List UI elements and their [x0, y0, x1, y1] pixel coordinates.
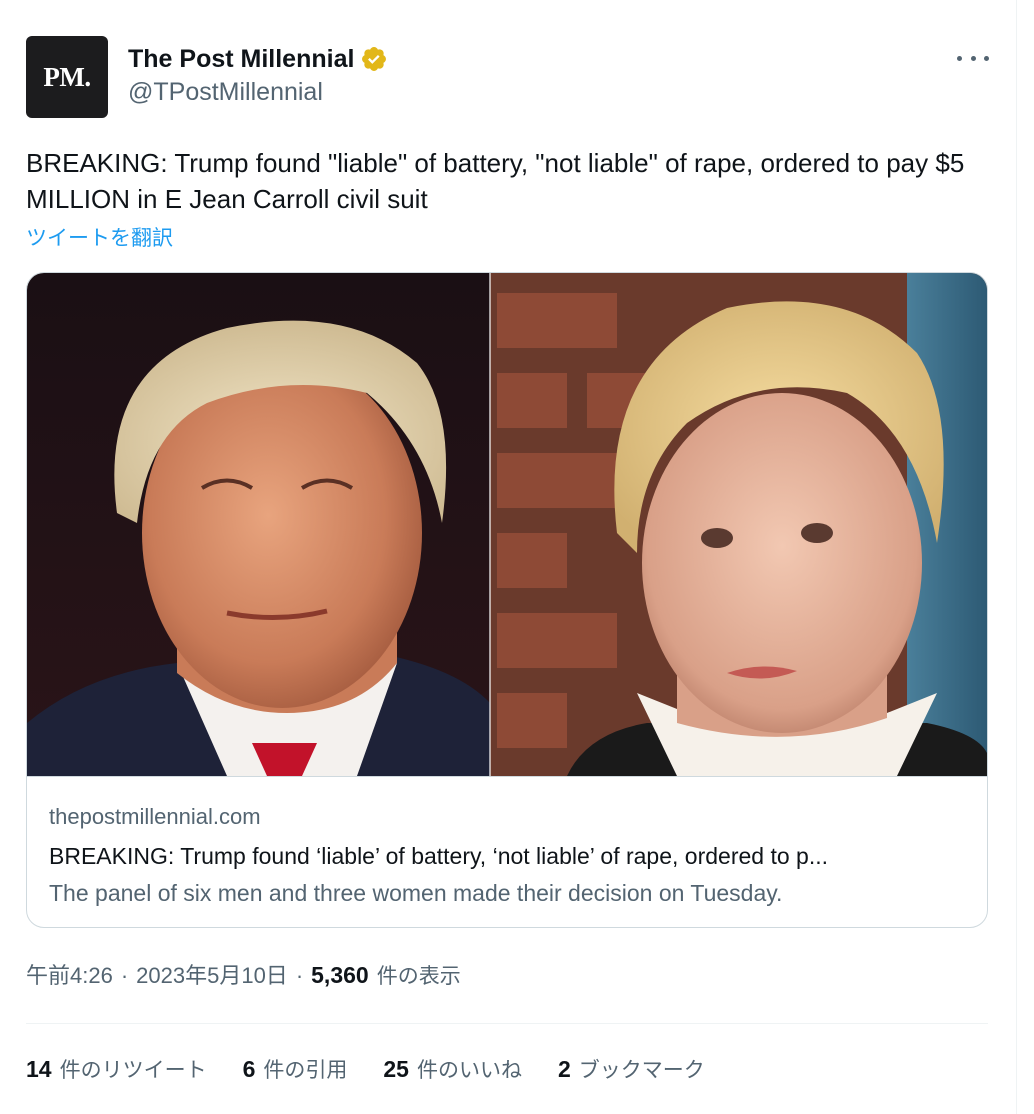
stat-likes[interactable]: 25 件のいいね [383, 1054, 522, 1084]
card-image[interactable] [27, 273, 987, 777]
card-domain: thepostmillennial.com [49, 804, 261, 829]
divider [26, 1023, 988, 1024]
stat-bookmarks[interactable]: 2 ブックマーク [558, 1054, 705, 1084]
stat-label: 件のリツイート [59, 1059, 207, 1082]
display-name[interactable]: The Post Millennial [128, 45, 354, 74]
tweet: PM. The Post Millennial @TPostMillennial… [0, 0, 1016, 1114]
user-handle[interactable]: @TPostMillennial [128, 78, 323, 107]
verified-badge-icon[interactable] [360, 45, 388, 73]
separator: · [295, 963, 304, 988]
card-meta: thepostmillennial.com BREAKING: Trump fo… [49, 801, 969, 911]
stat-label: ブックマーク [578, 1059, 705, 1082]
stat-count: 14 [26, 1056, 52, 1082]
card-photo [27, 273, 987, 776]
avatar-logo-text: PM. [43, 61, 91, 92]
stat-count: 2 [557, 1056, 571, 1082]
link-card[interactable]: thepostmillennial.com BREAKING: Trump fo… [26, 272, 988, 928]
views-count[interactable]: 5,360 [311, 962, 369, 989]
separator: · [120, 963, 129, 988]
tweet-time[interactable]: 午前4:26 [26, 958, 113, 990]
scroll-gutter [1016, 0, 1034, 1114]
tweet-date[interactable]: 2023年5月10日 [136, 958, 288, 990]
stat-retweets[interactable]: 14 件のリツイート [26, 1054, 207, 1084]
engagement-stats: 14 件のリツイート 6 件の引用 25 件のいいね 2 ブックマーク [26, 1054, 741, 1084]
views-label: 件の表示 [376, 965, 461, 988]
more-options-icon[interactable] [957, 44, 989, 72]
tweet-text: BREAKING: Trump found "liable" of batter… [26, 148, 965, 214]
stat-label: 件の引用 [263, 1059, 348, 1082]
avatar[interactable]: PM. [26, 36, 108, 118]
card-description: The panel of six men and three women mad… [49, 880, 783, 906]
tweet-timestamp-row: 午前4:26 · 2023年5月10日 · 5,360 件の表示 [26, 958, 461, 990]
author-row: The Post Millennial [128, 42, 388, 76]
stat-count: 25 [383, 1056, 409, 1082]
stat-label: 件のいいね [416, 1059, 522, 1082]
stat-quotes[interactable]: 6 件の引用 [243, 1054, 348, 1084]
translate-tweet-link[interactable]: ツイートを翻訳 [26, 222, 173, 252]
card-title: BREAKING: Trump found ‘liable’ of batter… [49, 843, 828, 869]
stat-count: 6 [242, 1056, 256, 1082]
